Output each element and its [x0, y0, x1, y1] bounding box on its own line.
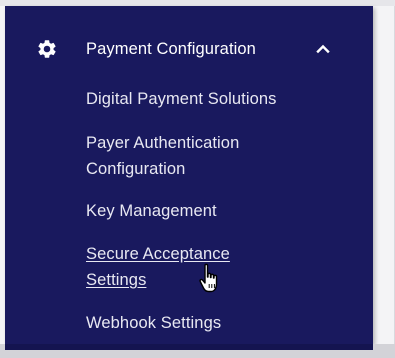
sidebar-item-payer-authentication-configuration[interactable]: Payer Authentication Configuration	[86, 130, 286, 182]
sidebar-item-key-management[interactable]: Key Management	[86, 198, 346, 224]
bottom-edge	[0, 344, 395, 358]
payment-configuration-group-header[interactable]: Payment Configuration	[5, 24, 373, 74]
group-title: Payment Configuration	[86, 40, 256, 58]
panel-bottom-edge	[5, 344, 373, 350]
gear-icon	[38, 40, 56, 58]
app-frame: Payment Configuration Digital Payment So…	[0, 0, 395, 358]
sidebar-item-webhook-settings[interactable]: Webhook Settings	[86, 310, 346, 336]
sidebar-panel: Payment Configuration Digital Payment So…	[5, 6, 373, 344]
hand-pointer-icon	[199, 263, 218, 293]
sidebar-item-secure-acceptance-settings[interactable]: Secure Acceptance Settings	[86, 241, 276, 293]
chevron-up-icon[interactable]	[315, 41, 331, 57]
sidebar-item-digital-payment-solutions[interactable]: Digital Payment Solutions	[86, 86, 346, 112]
